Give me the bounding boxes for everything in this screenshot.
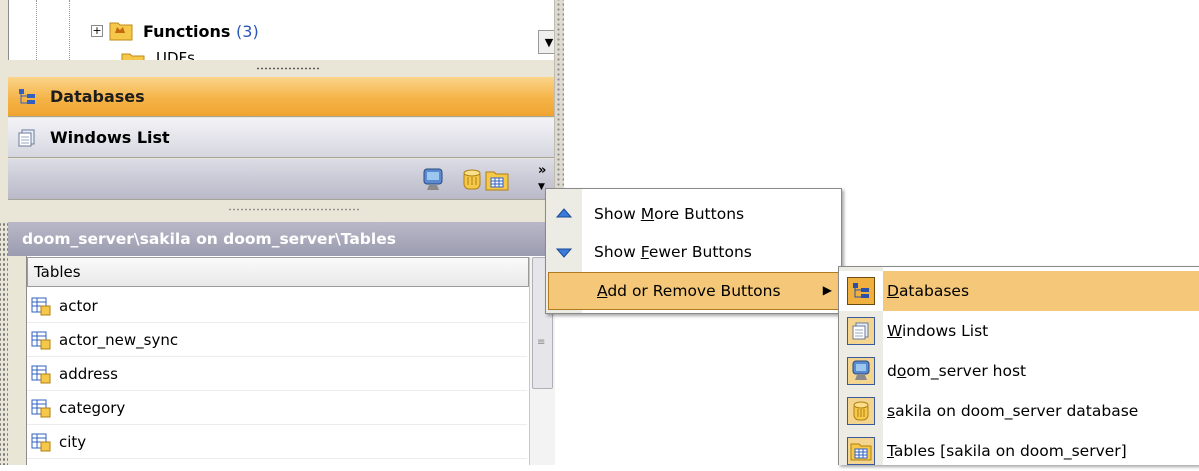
table-row[interactable]: address [27, 358, 527, 391]
windows-list-icon [18, 129, 36, 147]
nav-windows-list[interactable]: Windows List [8, 118, 554, 158]
nav-windows-list-label: Windows List [50, 128, 170, 147]
menu-item-add-or-remove-buttons[interactable]: Add or Remove Buttons ▶ [548, 272, 839, 310]
navigation-panel: + Functions (3) UDFs ▼ Databases Windows… [0, 0, 555, 465]
nav-databases[interactable]: Databases [8, 77, 554, 117]
object-tree: + Functions (3) UDFs ▼ [8, 0, 554, 60]
expand-plus-icon[interactable]: + [91, 25, 103, 37]
tree-item-udfs-partial[interactable]: UDFs [156, 52, 195, 60]
table-row[interactable]: actor_new_sync [27, 324, 527, 357]
scroll-down-button[interactable]: ▼ [538, 30, 554, 54]
host-monitor-icon [847, 357, 875, 385]
table-icon [31, 398, 51, 418]
tree-item-functions[interactable]: Functions (3) [143, 22, 259, 41]
scroll-grip-icon: ≡ [537, 337, 546, 348]
nav-button-bar: » ▼ [8, 159, 554, 200]
table-icon [31, 296, 51, 316]
left-edge-gripper [0, 222, 8, 465]
arrow-up-icon [546, 207, 582, 221]
nav-databases-label: Databases [50, 87, 145, 106]
functions-label: Functions [143, 22, 231, 41]
submenu-arrow-icon: ▶ [822, 283, 832, 297]
windows-list-icon [847, 317, 875, 345]
udfs-folder-icon [121, 50, 145, 60]
tables-list: Tables ≡ actor actor_new_sync address ca… [26, 256, 555, 465]
table-row[interactable]: category [27, 392, 527, 425]
database-cylinder-icon [847, 397, 875, 425]
databases-tree-icon [18, 88, 36, 106]
submenu-item-databases[interactable]: Databases [839, 271, 1199, 311]
table-name: address [59, 365, 118, 383]
submenu-item-sakila-database[interactable]: sakila on doom_server database [839, 391, 1199, 431]
tables-icon[interactable] [485, 168, 509, 196]
submenu-item-doom-server-host[interactable]: doom_server host [839, 351, 1199, 391]
submenu-item-windows-list[interactable]: Windows List [839, 311, 1199, 351]
table-name: category [59, 399, 126, 417]
tables-icon [847, 437, 875, 465]
table-row[interactable]: city [27, 426, 527, 459]
add-remove-buttons-submenu: Databases Windows List doom_server host … [838, 266, 1199, 465]
menu-item-show-more-buttons[interactable]: Show More Buttons [546, 194, 841, 234]
chevron-down-icon: ▼ [544, 35, 554, 49]
object-panel-header: doom_server\sakila on doom_server\Tables [8, 222, 554, 256]
table-name: city [59, 433, 87, 451]
table-name: actor [59, 297, 98, 315]
table-name: actor_new_sync [59, 331, 179, 349]
submenu-item-tables[interactable]: Tables [sakila on doom_server] [839, 431, 1199, 471]
button-options-menu: Show More Buttons Show Fewer Buttons Add… [545, 188, 842, 314]
panel-resize-gripper[interactable] [228, 208, 360, 211]
host-monitor-icon[interactable] [422, 168, 444, 196]
databases-tree-icon [847, 277, 875, 305]
table-row[interactable]: actor [27, 290, 527, 323]
table-icon [31, 330, 51, 350]
table-icon [31, 364, 51, 384]
functions-count: (3) [236, 22, 259, 41]
menu-item-show-fewer-buttons[interactable]: Show Fewer Buttons [546, 232, 841, 272]
arrow-down-icon [546, 245, 582, 259]
table-icon [31, 432, 51, 452]
database-cylinder-icon[interactable] [462, 168, 482, 196]
panel-resize-gripper[interactable] [256, 67, 320, 70]
column-header-tables[interactable]: Tables [27, 257, 529, 287]
functions-folder-icon [109, 19, 133, 45]
